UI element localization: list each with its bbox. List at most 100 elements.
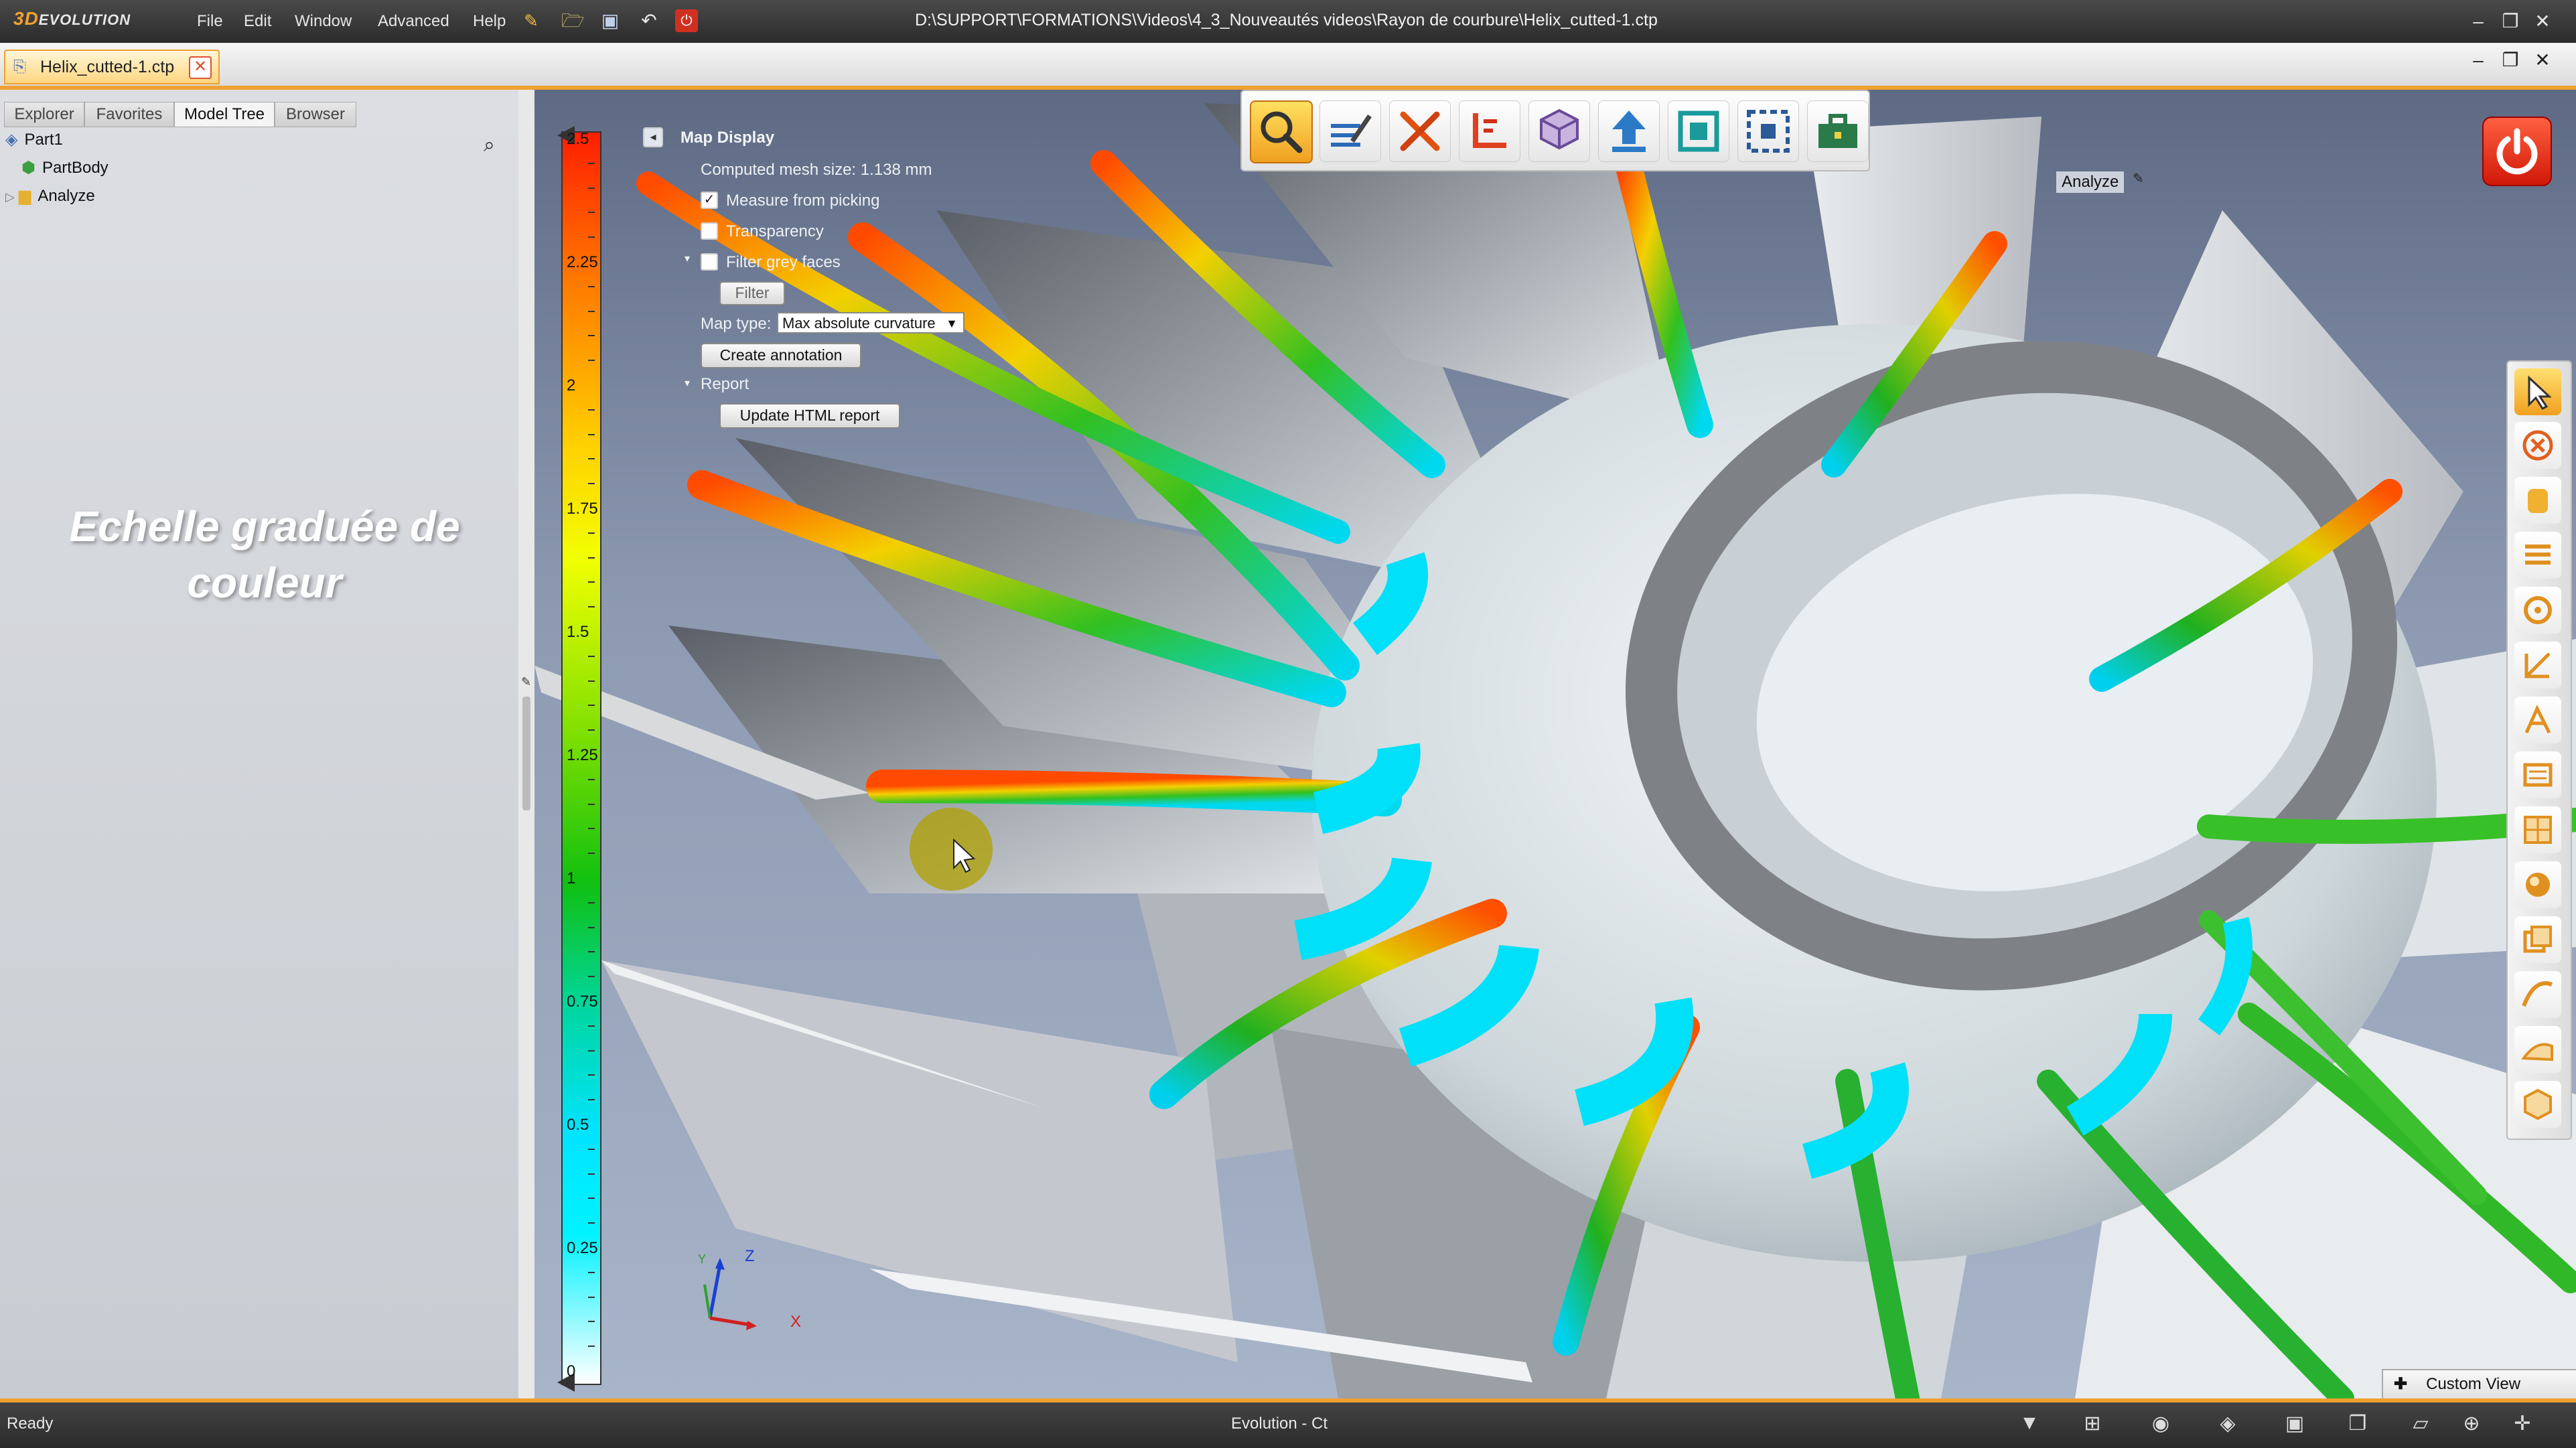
tree-label: Analyze — [38, 187, 95, 205]
menu-advanced[interactable]: Advanced — [378, 12, 449, 31]
custom-view-label: Custom View — [2426, 1375, 2521, 1393]
splitter-handle[interactable] — [522, 697, 530, 810]
document-tab[interactable]: ⎘ Helix_cutted-1.ctp ✕ — [4, 50, 220, 84]
map-type-select[interactable]: Max absolute curvature ▼ — [777, 312, 964, 334]
tree-item-analyze[interactable]: ▷ ▆ Analyze — [5, 186, 95, 206]
window-title: D:\SUPPORT\FORMATIONS\Videos\4_3_Nouveau… — [915, 11, 1658, 29]
fit-icon[interactable] — [1668, 100, 1729, 162]
toolbox-icon[interactable] — [1807, 100, 1869, 162]
plus-icon: ✚ — [2394, 1375, 2408, 1393]
pin-icon[interactable]: ✎ — [521, 675, 531, 689]
computed-mesh-text: Computed mesh size: 1.138 mm — [701, 161, 932, 179]
save-icon[interactable]: ▣ — [599, 9, 622, 32]
measure-from-picking-checkbox[interactable]: ✓ — [701, 192, 718, 209]
open-folder-icon[interactable]: 🗁 — [561, 9, 585, 32]
collapse-icon[interactable]: ◂ — [643, 127, 663, 147]
status-text: Ready — [7, 1415, 54, 1433]
menu-edit[interactable]: Edit — [244, 12, 271, 31]
shading-icon[interactable]: ▣ — [2281, 1412, 2308, 1439]
axis-x-label: X — [790, 1313, 802, 1331]
doc-minimize-icon[interactable]: – — [2466, 48, 2490, 72]
doc-restore-icon[interactable]: ❐ — [2498, 48, 2522, 72]
mesh-icon[interactable] — [1737, 100, 1799, 162]
tree-item-part1[interactable]: ◈ Part1 — [5, 130, 63, 149]
scale-minor-tick — [588, 581, 595, 583]
snap-icon[interactable]: ⊞ — [2079, 1412, 2106, 1439]
measure-icon[interactable] — [2514, 642, 2561, 689]
move-icon[interactable]: ✛ — [2509, 1412, 2536, 1439]
tree-item-partbody[interactable]: ⬢ PartBody — [21, 158, 109, 177]
pin-icon[interactable]: ✎ — [520, 9, 543, 32]
cancel-icon[interactable] — [2514, 422, 2561, 469]
transparency-label: Transparency — [726, 222, 824, 240]
power-button[interactable] — [2482, 117, 2552, 186]
solid-icon[interactable] — [2514, 1081, 2561, 1128]
grid-icon[interactable] — [2514, 806, 2561, 853]
map-display-title: Map Display — [681, 129, 775, 147]
caption-line-2: couleur — [187, 559, 342, 607]
annotate-icon[interactable] — [1319, 100, 1381, 162]
tab-close-icon[interactable]: ✕ — [189, 56, 212, 79]
filter-button[interactable]: Filter — [719, 281, 785, 305]
scale-minor-tick — [588, 433, 595, 435]
expand-arrow-icon[interactable]: ▾ — [685, 376, 690, 390]
scale-minor-tick — [588, 1049, 595, 1052]
tab-favorites[interactable]: Favorites — [84, 102, 174, 127]
view-icon[interactable]: ◉ — [2147, 1412, 2174, 1439]
curve-icon[interactable] — [2514, 971, 2561, 1018]
scale-label: 1.25 — [567, 746, 598, 764]
tab-model-tree[interactable]: Model Tree — [174, 102, 275, 127]
minimize-icon[interactable]: – — [2466, 9, 2490, 33]
circle-icon[interactable] — [2514, 587, 2561, 634]
sphere-icon[interactable] — [2514, 861, 2561, 908]
scale-minor-tick — [588, 1074, 595, 1076]
transparency-checkbox[interactable] — [701, 222, 718, 240]
doc-close-icon[interactable]: ✕ — [2530, 48, 2555, 72]
tab-explorer[interactable]: Explorer — [4, 102, 84, 127]
filter-grey-faces-checkbox[interactable] — [701, 253, 718, 271]
pin-icon[interactable]: ✎ — [2133, 170, 2144, 187]
update-html-report-button[interactable]: Update HTML report — [719, 403, 900, 429]
list-icon[interactable] — [2514, 532, 2561, 579]
expand-icon[interactable]: ▷ — [5, 190, 15, 204]
scale-minor-tick — [588, 803, 595, 805]
layer-icon[interactable] — [2514, 751, 2561, 798]
analyze-icon[interactable] — [1250, 100, 1313, 163]
search-icon[interactable]: ⌕ — [484, 134, 495, 157]
tree-label: Part1 — [24, 131, 63, 149]
filter-icon[interactable]: ▼ — [2016, 1412, 2043, 1439]
plane-icon[interactable]: ⏥ — [2407, 1412, 2434, 1439]
surface-icon[interactable] — [2514, 1026, 2561, 1073]
scale-minor-tick — [588, 828, 595, 830]
scale-minor-tick — [588, 655, 595, 657]
part-icon: ◈ — [5, 131, 18, 149]
export-icon[interactable] — [1598, 100, 1660, 162]
exit-icon[interactable]: ⏻ — [675, 9, 698, 32]
menu-window[interactable]: Window — [295, 12, 352, 31]
3d-viewport[interactable]: 2.5 2.25 2 1.75 1.5 1.25 1 0.75 0.5 0.25 0 ◂ Map D… — [534, 90, 2576, 1398]
dimension-icon[interactable] — [1459, 100, 1520, 162]
create-annotation-button[interactable]: Create annotation — [701, 343, 861, 368]
menu-help[interactable]: Help — [473, 12, 506, 31]
restore-icon[interactable]: ❐ — [2498, 9, 2522, 33]
scale-minor-tick — [588, 926, 595, 928]
window-mode-icon[interactable]: ❐ — [2344, 1412, 2371, 1439]
copy-icon[interactable] — [2514, 916, 2561, 963]
section-icon[interactable] — [2514, 697, 2561, 743]
tab-browser[interactable]: Browser — [275, 102, 356, 127]
target-icon[interactable]: ⊕ — [2458, 1412, 2485, 1439]
select-icon[interactable] — [2514, 368, 2561, 415]
hand-icon[interactable] — [2514, 477, 2561, 524]
title-bar: 3DEVOLUTION File Edit Window Advanced He… — [0, 0, 2576, 43]
model-icon[interactable] — [1528, 100, 1590, 162]
custom-view-button[interactable]: ✚ Custom View — [2382, 1369, 2576, 1398]
undo-icon[interactable]: ↶ — [638, 9, 660, 32]
tools-icon[interactable] — [1389, 100, 1451, 162]
render-mode-icon[interactable]: ◈ — [2214, 1412, 2241, 1439]
expand-arrow-icon[interactable]: ▾ — [685, 252, 690, 265]
scale-minor-tick — [588, 606, 595, 608]
scale-minor-tick — [588, 162, 595, 164]
menu-file[interactable]: File — [197, 12, 223, 31]
panel-splitter[interactable]: ✎ — [518, 90, 534, 1398]
close-icon[interactable]: ✕ — [2530, 9, 2555, 33]
